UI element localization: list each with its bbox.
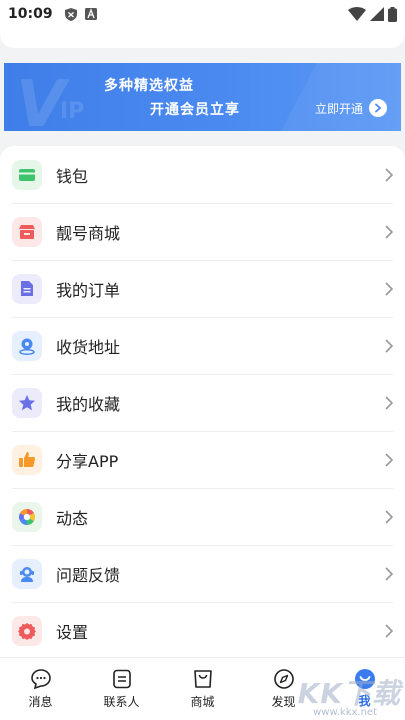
message-icon [30,669,51,690]
vip-logo-watermark-ip: IP [60,99,85,124]
menu-item-shipping-address[interactable]: 收货地址 [0,317,405,374]
battery-icon [388,6,397,22]
vip-banner[interactable]: V IP 多种精选权益 开通会员立享 立即开通 [4,63,401,131]
chevron-right-icon [385,566,393,581]
vip-banner-title: 多种精选权益 [104,78,194,94]
shop-bag-icon [193,670,212,688]
font-a-icon [84,8,97,20]
chevron-right-icon [385,224,393,239]
arrow-right-circle-icon [369,99,387,117]
wifi-icon [348,7,366,21]
order-icon [12,273,42,304]
tab-contacts[interactable]: 联系人 [81,658,162,720]
star-icon [12,387,42,418]
chevron-right-icon [385,167,393,182]
gear-icon [12,615,42,646]
menu-item-share-app[interactable]: 分享APP [0,431,405,488]
menu-item-moments[interactable]: 动态 [0,488,405,545]
menu-item-label: 钱包 [56,166,89,186]
tab-label: 发现 [271,695,296,709]
menu-item-my-orders[interactable]: 我的订单 [0,260,405,317]
open-vip-label: 立即开通 [314,101,363,116]
menu-list: 钱包 靓号商城 我的订单 收货地址 我的收藏 分享APP 动态 问题反馈 设置 [0,146,405,657]
vip-banner-subtitle: 开通会员立享 [150,102,240,118]
menu-item-settings[interactable]: 设置 [0,602,405,659]
chevron-right-icon [385,338,393,353]
shield-icon [64,7,77,21]
menu-item-wallet[interactable]: 钱包 [0,146,405,203]
menu-item-label: 设置 [56,622,89,642]
wallet-icon [12,159,42,190]
menu-item-label: 我的收藏 [56,394,121,414]
menu-item-label: 动态 [56,508,89,528]
tab-shop[interactable]: 商城 [162,658,243,720]
menu-item-label: 我的订单 [56,280,121,300]
chevron-right-icon [385,623,393,638]
compass-icon [273,669,294,689]
feedback-icon [12,558,42,589]
status-bar: 10:09 [0,0,405,28]
menu-item-feedback[interactable]: 问题反馈 [0,545,405,602]
store-icon [12,216,42,247]
watermark-url: www.kkx.net [313,707,377,718]
tab-label: 消息 [28,695,53,709]
menu-item-favorites[interactable]: 我的收藏 [0,374,405,431]
watermark-logo: KK下载 [297,677,401,710]
signal-icon [370,7,384,21]
menu-item-label: 靓号商城 [56,223,121,243]
moments-icon [12,501,42,532]
chevron-right-icon [385,281,393,296]
menu-item-label: 分享APP [56,451,119,471]
contacts-icon [112,669,131,689]
chevron-right-icon [385,452,393,467]
chevron-right-icon [385,395,393,410]
status-time: 10:09 [8,6,53,22]
thumbs-up-icon [12,444,42,475]
profile-card-bottom [0,28,405,48]
chevron-right-icon [385,509,393,524]
menu-item-label: 问题反馈 [56,565,121,585]
vip-logo-watermark: V [16,68,66,131]
tab-label: 商城 [190,695,215,709]
open-vip-button[interactable]: 立即开通 [315,99,387,117]
location-icon [12,330,42,361]
menu-item-label: 收货地址 [56,337,121,357]
tab-messages[interactable]: 消息 [0,658,81,720]
menu-item-number-store[interactable]: 靓号商城 [0,203,405,260]
tab-label: 联系人 [103,695,140,709]
